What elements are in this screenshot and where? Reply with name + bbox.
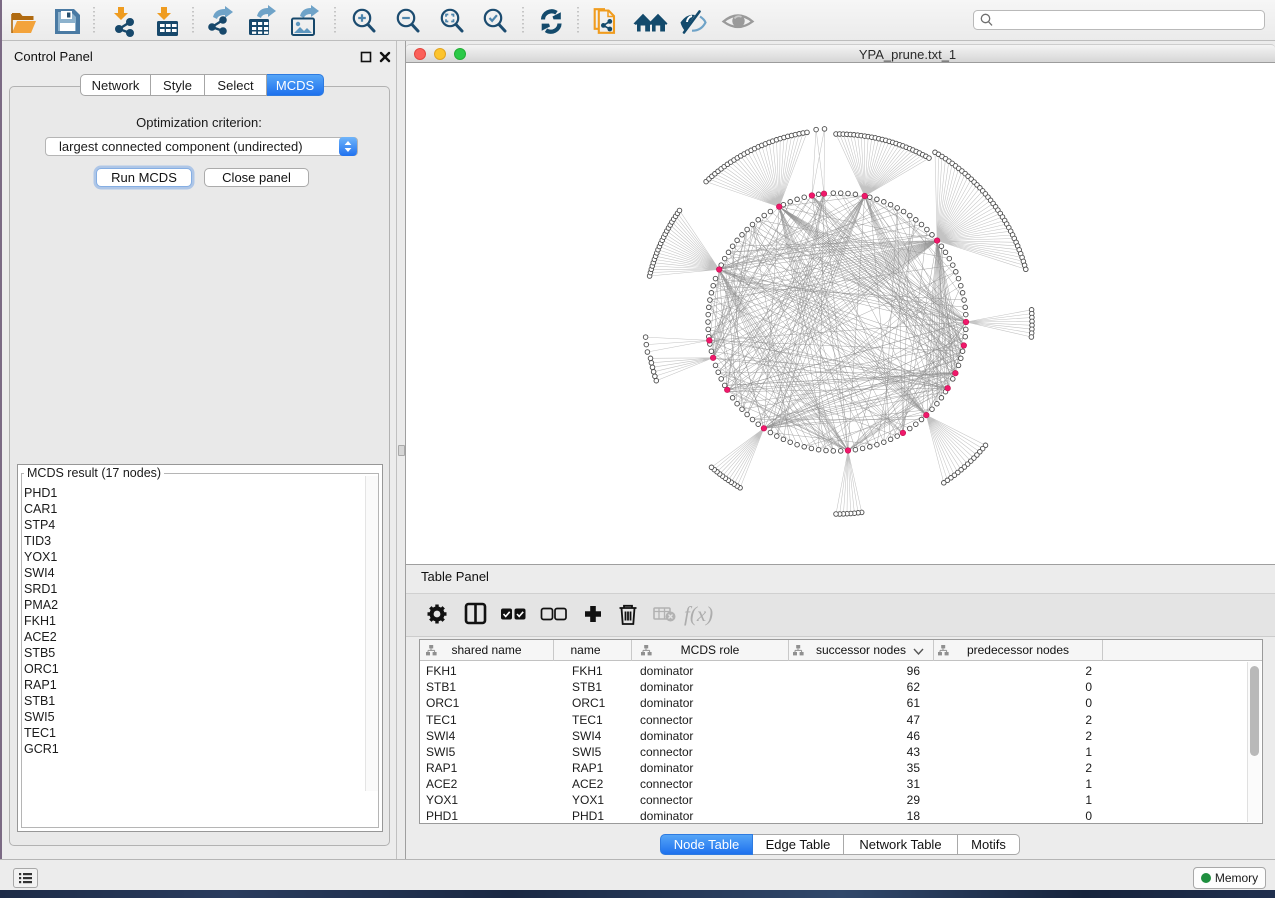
svg-text:f(x): f(x) (684, 602, 713, 626)
